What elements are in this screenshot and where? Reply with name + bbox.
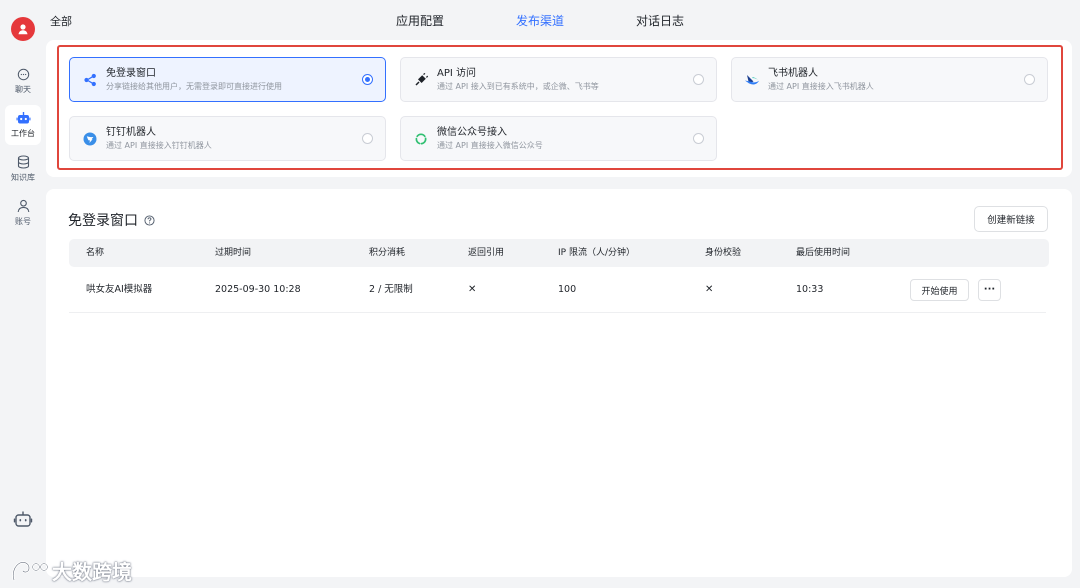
share-icon	[84, 73, 96, 86]
channel-desc: 通过 API 接入到已有系统中，或企微、飞书等	[437, 81, 599, 91]
section-title-text: 免登录窗口	[68, 213, 138, 229]
column-header-points: 积分消耗	[369, 248, 406, 258]
sidebar-item-account[interactable]: 账号	[5, 193, 41, 233]
channel-card-feishu[interactable]: 飞书机器人 通过 API 直接接入飞书机器人	[731, 57, 1048, 102]
tab-app-config[interactable]: 应用配置	[396, 12, 444, 29]
sidebar-item-label: 工作台	[11, 129, 35, 138]
column-header-auth: 身份校验	[705, 248, 742, 258]
channel-desc: 分享链接给其他用户，无需登录即可直接进行使用	[106, 81, 282, 91]
watermark-text: 大数跨境	[52, 560, 132, 584]
channel-title: 飞书机器人	[768, 67, 818, 79]
dingtalk-icon	[83, 132, 97, 145]
channel-card-no-login[interactable]: 免登录窗口 分享链接给其他用户，无需登录即可直接进行使用	[69, 57, 386, 102]
cell-citation-cross-icon: ✕	[468, 284, 477, 295]
sidebar-item-chat[interactable]: 聊天	[5, 61, 41, 101]
sidebar-item-knowledge[interactable]: 知识库	[5, 149, 41, 189]
more-options-button[interactable]: ···	[978, 279, 1001, 301]
column-header-ip-limit: IP 限流（人/分钟）	[558, 248, 635, 258]
channel-card-api[interactable]: API 访问 通过 API 接入到已有系统中，或企微、飞书等	[400, 57, 717, 102]
cell-auth-cross-icon: ✕	[705, 284, 714, 295]
wechat-icon	[415, 132, 427, 144]
user-avatar[interactable]	[11, 17, 35, 41]
cell-ip-limit: 100	[558, 284, 577, 295]
user-silhouette-icon	[18, 24, 28, 35]
channel-title: 钉钉机器人	[106, 126, 156, 138]
channel-desc: 通过 API 直接接入钉钉机器人	[106, 140, 212, 150]
sidebar: 聊天 工作台 知识库 账号	[0, 0, 46, 588]
top-tabs: 应用配置 发布渠道 对话日志	[0, 12, 1080, 29]
watermark-logo-icon	[12, 560, 48, 581]
robot-outline-icon	[13, 511, 33, 527]
watermark: 大数跨境	[10, 556, 132, 585]
channel-radio[interactable]	[693, 74, 704, 85]
table-row: 哄女友AI模拟器 2025-09-30 10:28 2 / 无限制 ✕ 100 …	[69, 267, 1046, 313]
chat-icon	[17, 68, 29, 80]
column-header-last-used: 最后使用时间	[796, 248, 851, 258]
channel-desc: 通过 API 直接接入微信公众号	[437, 140, 543, 150]
database-icon	[17, 155, 29, 169]
channel-card-wechat-official[interactable]: 微信公众号接入 通过 API 直接接入微信公众号	[400, 116, 717, 161]
bot-shortcut[interactable]	[13, 510, 33, 532]
api-plug-icon	[415, 72, 428, 86]
feishu-icon	[745, 74, 759, 84]
column-header-citation: 返回引用	[468, 248, 505, 258]
channel-radio[interactable]	[1024, 74, 1035, 85]
table-header: 名称 过期时间 积分消耗 返回引用 IP 限流（人/分钟） 身份校验 最后使用时…	[69, 239, 1049, 267]
channel-card-dingtalk[interactable]: 钉钉机器人 通过 API 直接接入钉钉机器人	[69, 116, 386, 161]
tab-publish-channel[interactable]: 发布渠道	[468, 12, 564, 29]
channel-radio[interactable]	[362, 133, 373, 144]
breadcrumb[interactable]: 全部	[50, 13, 72, 29]
channel-title: 微信公众号接入	[437, 126, 507, 138]
user-icon	[17, 199, 29, 213]
channel-title: API 访问	[437, 67, 476, 79]
channel-title: 免登录窗口	[106, 67, 156, 79]
channel-radio[interactable]	[693, 133, 704, 144]
sidebar-item-label: 知识库	[11, 173, 35, 182]
start-using-button[interactable]: 开始使用	[910, 279, 969, 301]
sidebar-item-workbench[interactable]: 工作台	[5, 105, 41, 145]
sidebar-item-label: 账号	[15, 217, 31, 226]
help-icon[interactable]	[144, 214, 155, 226]
create-link-button[interactable]: 创建新链接	[974, 206, 1048, 232]
channel-desc: 通过 API 直接接入飞书机器人	[768, 81, 874, 91]
column-header-expire: 过期时间	[215, 248, 252, 258]
cell-expire: 2025-09-30 10:28	[215, 284, 301, 295]
section-title: 免登录窗口	[68, 210, 155, 230]
channel-radio[interactable]	[362, 74, 373, 85]
links-panel: 免登录窗口 创建新链接 名称 过期时间 积分消耗 返回引用 IP 限流（人/分钟…	[46, 189, 1072, 577]
robot-icon	[16, 112, 30, 124]
cell-name: 哄女友AI模拟器	[86, 284, 153, 295]
tab-chat-logs[interactable]: 对话日志	[588, 12, 684, 29]
sidebar-item-label: 聊天	[15, 84, 31, 94]
cell-points: 2 / 无限制	[369, 284, 413, 295]
column-header-name: 名称	[86, 248, 105, 258]
cell-last-used: 10:33	[796, 284, 824, 295]
